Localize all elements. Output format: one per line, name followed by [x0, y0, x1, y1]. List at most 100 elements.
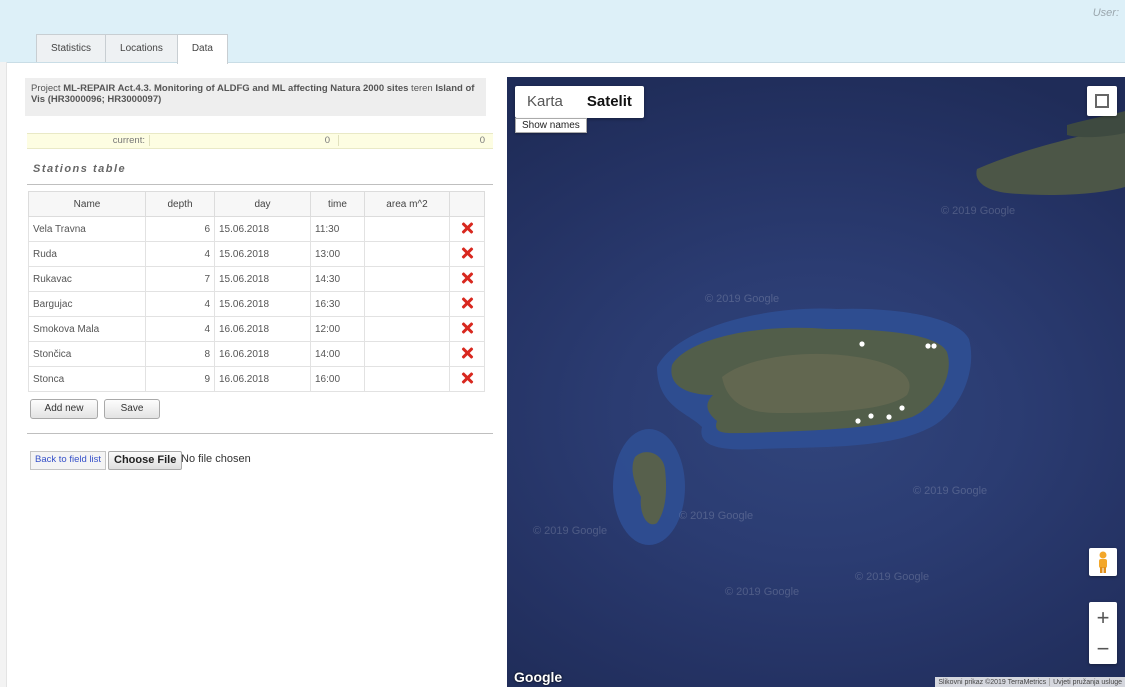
delete-icon[interactable] [461, 272, 473, 284]
station-depth[interactable]: 8 [145, 341, 215, 367]
project-name: ML-REPAIR Act.4.3. Monitoring of ALDFG a… [63, 83, 409, 94]
current-value-2: 0 [479, 135, 485, 146]
station-depth[interactable]: 4 [145, 291, 215, 317]
table-row: Ruda 4 15.06.2018 13:00 [28, 241, 485, 267]
delete-icon[interactable] [461, 372, 473, 384]
choose-file-button[interactable]: Choose File [108, 451, 183, 470]
map-watermark: © 2019 Google [679, 510, 754, 522]
divider [27, 433, 493, 434]
zoom-out-button[interactable]: − [1089, 633, 1117, 664]
show-names-button[interactable]: Show names [515, 118, 587, 133]
current-row: current: 0 0 [27, 133, 493, 149]
current-label: current: [112, 135, 145, 146]
table-row: Rukavac 7 15.06.2018 14:30 [28, 266, 485, 292]
station-depth[interactable]: 4 [145, 316, 215, 342]
zoom-in-button[interactable]: + [1089, 602, 1117, 633]
add-new-button[interactable]: Add new [30, 399, 98, 419]
table-row: Stončica 8 16.06.2018 14:00 [28, 341, 485, 367]
station-area[interactable] [364, 216, 450, 242]
satellite-imagery [613, 111, 1125, 545]
station-area[interactable] [364, 341, 450, 367]
column-header-delete [449, 191, 485, 217]
station-depth[interactable]: 9 [145, 366, 215, 392]
save-button[interactable]: Save [104, 399, 160, 419]
table-row: Smokova Mala 4 16.06.2018 12:00 [28, 316, 485, 342]
map-watermark: © 2019 Google [855, 571, 930, 583]
station-day[interactable]: 16.06.2018 [214, 341, 311, 367]
column-header-area: area m^2 [364, 191, 450, 217]
google-logo: Google [514, 669, 563, 685]
map-view[interactable]: © 2019 Google © 2019 Google © 2019 Googl… [507, 77, 1125, 687]
tab-data[interactable]: Data [176, 34, 228, 64]
station-time[interactable]: 16:00 [310, 366, 365, 392]
divider [27, 184, 493, 185]
map-watermark: © 2019 Google [705, 293, 780, 305]
station-time[interactable]: 14:00 [310, 341, 365, 367]
table-row: Vela Travna 6 15.06.2018 11:30 [28, 216, 485, 242]
attribution-text: Slikovni prikaz ©2019 TerraMetrics [938, 678, 1047, 686]
map-type-karta[interactable]: Karta [515, 86, 575, 118]
column-header-name: Name [28, 191, 146, 217]
station-name[interactable]: Rukavac [28, 266, 146, 292]
delete-icon[interactable] [461, 322, 473, 334]
delete-icon[interactable] [461, 247, 473, 259]
project-info: Project ML-REPAIR Act.4.3. Monitoring of… [25, 78, 486, 116]
column-header-depth: depth [145, 191, 215, 217]
back-to-field-list-button[interactable]: Back to field list [30, 451, 106, 470]
station-name[interactable]: Ruda [28, 241, 146, 267]
current-value-1: 0 [149, 135, 339, 146]
station-area[interactable] [364, 266, 450, 292]
project-middle: teren [408, 83, 436, 94]
station-name[interactable]: Stončica [28, 341, 146, 367]
station-day[interactable]: 16.06.2018 [214, 366, 311, 392]
station-time[interactable]: 13:00 [310, 241, 365, 267]
station-name[interactable]: Smokova Mala [28, 316, 146, 342]
map-watermark: © 2019 Google [941, 205, 1016, 217]
map-type-satelit[interactable]: Satelit [575, 86, 644, 118]
station-depth[interactable]: 6 [145, 216, 215, 242]
tab-statistics[interactable]: Statistics [36, 34, 107, 62]
station-area[interactable] [364, 241, 450, 267]
delete-icon[interactable] [461, 347, 473, 359]
stations-table: Name depth day time area m^2 Vela Travna… [28, 191, 485, 392]
station-day[interactable]: 15.06.2018 [214, 291, 311, 317]
station-name[interactable]: Vela Travna [28, 216, 146, 242]
delete-icon[interactable] [461, 297, 473, 309]
map-watermark: © 2019 Google [913, 485, 988, 497]
zoom-control: + − [1089, 602, 1117, 664]
tab-locations[interactable]: Locations [105, 34, 178, 62]
station-time[interactable]: 12:00 [310, 316, 365, 342]
station-time[interactable]: 14:30 [310, 266, 365, 292]
station-name[interactable]: Stonca [28, 366, 146, 392]
station-name[interactable]: Bargujac [28, 291, 146, 317]
terms-link[interactable]: Uvjeti pružanja usluge [1053, 679, 1122, 686]
station-area[interactable] [364, 291, 450, 317]
user-label: User: [1092, 7, 1119, 19]
station-day[interactable]: 15.06.2018 [214, 216, 311, 242]
pegman-icon [1099, 551, 1107, 573]
station-day[interactable]: 15.06.2018 [214, 241, 311, 267]
map-type-control: Karta Satelit [515, 86, 644, 118]
map-attribution: Slikovni prikaz ©2019 TerraMetrics Uvjeti… [935, 677, 1125, 687]
station-depth[interactable]: 7 [145, 266, 215, 292]
map-watermark: © 2019 Google [533, 525, 608, 537]
station-depth[interactable]: 4 [145, 241, 215, 267]
station-area[interactable] [364, 366, 450, 392]
fullscreen-button[interactable] [1087, 86, 1117, 116]
left-border [0, 62, 7, 687]
station-day[interactable]: 15.06.2018 [214, 266, 311, 292]
stations-table-title: Stations table [33, 163, 127, 175]
pegman-button[interactable] [1089, 548, 1117, 576]
table-row: Stonca 9 16.06.2018 16:00 [28, 366, 485, 392]
project-prefix: Project [31, 83, 64, 94]
station-time[interactable]: 11:30 [310, 216, 365, 242]
table-row: Bargujac 4 15.06.2018 16:30 [28, 291, 485, 317]
station-area[interactable] [364, 316, 450, 342]
station-day[interactable]: 16.06.2018 [214, 316, 311, 342]
file-status: No file chosen [181, 453, 251, 465]
column-header-day: day [214, 191, 311, 217]
station-time[interactable]: 16:30 [310, 291, 365, 317]
delete-icon[interactable] [461, 222, 473, 234]
table-header-row: Name depth day time area m^2 [28, 191, 485, 217]
column-header-time: time [310, 191, 365, 217]
